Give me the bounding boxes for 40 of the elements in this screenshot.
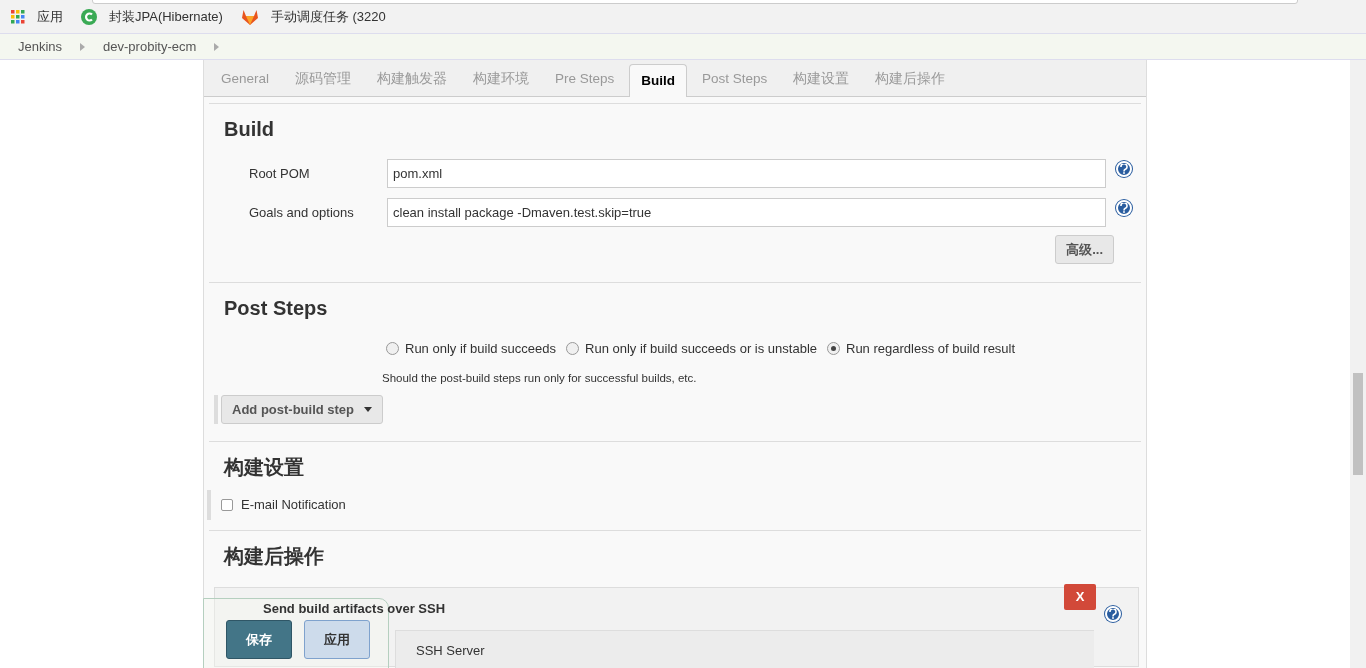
step-title: Send build artifacts over SSH: [263, 600, 446, 618]
server-label: SSH Server: [416, 641, 485, 660]
field-label: Goals and options: [249, 203, 355, 222]
advanced-button[interactable]: 高级...: [1055, 235, 1114, 264]
checkbox-label: E-mail Notification: [241, 496, 346, 514]
bookmark-link[interactable]: 封装JPA(Hibernate): [109, 6, 223, 27]
help-icon[interactable]: [1116, 160, 1132, 177]
radio-label: Run only if build succeeds or is unstable: [585, 340, 817, 358]
hint-text: Should the post-build steps run only for successful builds, etc.: [381, 370, 698, 386]
tab[interactable]: Build: [629, 64, 688, 97]
add-post-build-step-button[interactable]: Add post-build step: [221, 394, 384, 424]
radio-button[interactable]: [566, 342, 580, 356]
section-title: Build: [223, 117, 275, 142]
text-field[interactable]: clean install package -Dmaven.test.skip=true: [387, 198, 1106, 227]
text-field[interactable]: pom.xml: [387, 159, 1106, 188]
delete-button[interactable]: X: [1064, 583, 1096, 610]
scrollbar[interactable]: [1350, 60, 1366, 668]
c-logo-icon: [81, 8, 97, 25]
breadcrumb-link[interactable]: dev-probity-ecm: [103, 36, 197, 57]
radio-label: Run only if build succeeds: [405, 340, 557, 358]
apply-button[interactable]: 应用: [304, 620, 370, 659]
checkbox[interactable]: [221, 498, 233, 511]
breadcrumb-caret-icon[interactable]: [80, 42, 86, 51]
caret-down-icon: [364, 406, 373, 412]
bookmark-link[interactable]: 应用: [37, 6, 63, 27]
help-icon[interactable]: [1116, 199, 1132, 216]
save-button[interactable]: 保存: [226, 620, 292, 659]
field-label: Root POM: [249, 164, 311, 183]
section-title: 构建后操作: [222, 543, 325, 569]
radio-button[interactable]: [386, 342, 399, 356]
help-icon[interactable]: [1105, 605, 1121, 622]
radio-label: Run regardless of build result: [846, 340, 1016, 358]
section-title: Post Steps: [223, 296, 329, 321]
radio-button[interactable]: [827, 342, 840, 356]
fox-logo-icon: [240, 8, 259, 25]
breadcrumb-link[interactable]: Jenkins: [18, 36, 63, 57]
breadcrumb-caret-icon[interactable]: [214, 42, 220, 51]
section-title: 构建设置: [222, 454, 305, 480]
apps-grid-icon: [11, 9, 25, 24]
bookmark-link[interactable]: 手动调度任务 (3220: [270, 6, 386, 27]
